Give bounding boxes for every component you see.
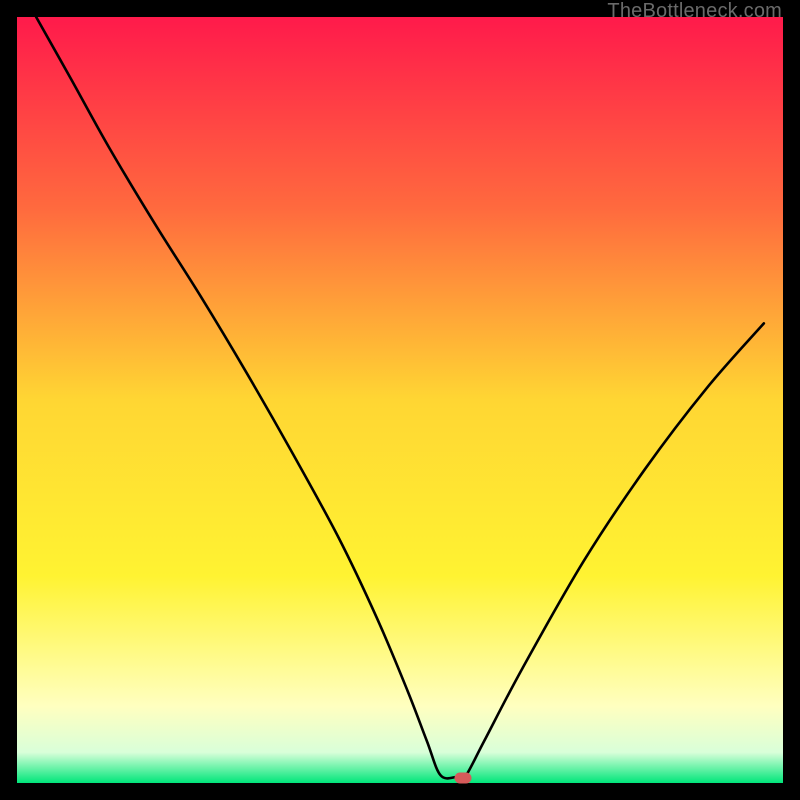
chart-background: [17, 17, 783, 783]
chart-frame: [17, 17, 783, 783]
chart-svg: [17, 17, 783, 783]
minimum-marker: [454, 773, 471, 784]
watermark-text: TheBottleneck.com: [607, 0, 782, 23]
